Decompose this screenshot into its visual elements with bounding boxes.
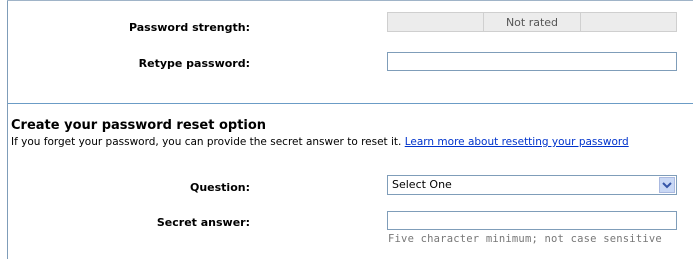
secret-answer-label: Secret answer: — [156, 216, 250, 229]
question-label: Question: — [189, 181, 250, 194]
password-strength-label: Password strength: — [128, 21, 250, 34]
section-divider — [8, 103, 693, 104]
section-title: Create your password reset option — [11, 118, 267, 133]
question-select[interactable]: Select One — [387, 175, 677, 195]
question-selected-value: Select One — [392, 178, 452, 191]
left-frame-border — [7, 0, 8, 259]
section-description-text: If you forget your password, you can pro… — [11, 136, 402, 148]
retype-password-input[interactable] — [387, 52, 677, 71]
chevron-down-icon[interactable] — [659, 177, 675, 193]
strength-segment: Not rated — [484, 13, 581, 31]
secret-answer-hint: Five character minimum; not case sensiti… — [388, 233, 662, 245]
retype-password-label: Retype password: — [138, 57, 250, 70]
learn-more-link[interactable]: Learn more about resetting your password — [405, 136, 629, 148]
top-frame-border — [7, 0, 693, 1]
password-strength-meter: Not rated — [387, 12, 677, 32]
strength-status-text: Not rated — [505, 15, 559, 29]
strength-segment — [581, 13, 676, 31]
section-description: If you forget your password, you can pro… — [11, 136, 629, 148]
secret-answer-input[interactable] — [387, 211, 677, 230]
strength-segment — [388, 13, 485, 31]
